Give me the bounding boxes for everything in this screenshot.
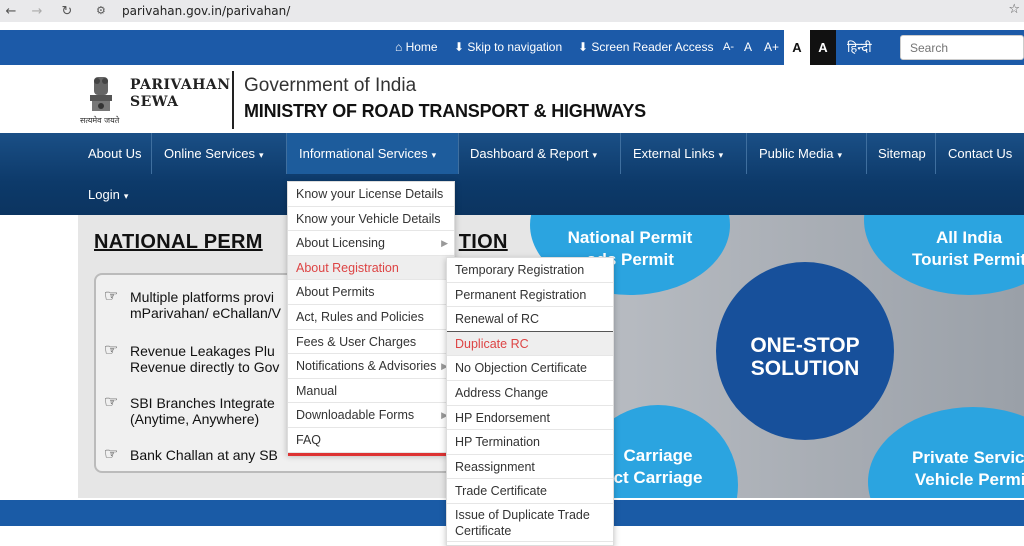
menu-item-about-licensing[interactable]: About Licensing ▶ [288, 231, 454, 256]
menu-item-about-registration[interactable]: About Registration [288, 255, 454, 281]
ministry-title: MINISTRY OF ROAD TRANSPORT & HIGHWAYS [244, 101, 646, 121]
submenu-item-hp-endorsement[interactable]: HP Endorsement [447, 406, 613, 431]
caret-down-icon: ▾ [718, 150, 724, 160]
font-increase-button[interactable]: A+ [764, 30, 779, 65]
submenu-item-renewal-of-rc[interactable]: Renewal of RC [447, 307, 613, 332]
nav-login[interactable]: Login ▾ [76, 174, 140, 215]
submenu-item-hp-termination[interactable]: HP Termination [447, 430, 613, 455]
menu-accent-line [288, 452, 454, 456]
menu-item-fees-user-charges[interactable]: Fees & User Charges [288, 330, 454, 355]
header-divider [232, 71, 234, 129]
font-decrease-button[interactable]: A- [723, 30, 734, 65]
informational-services-menu: Know your License Details Know your Vehi… [287, 181, 455, 456]
list-item: ☞ Bank Challan at any SB [104, 446, 278, 464]
list-item: ☞ Revenue Leakages Plu Revenue directly to… [104, 342, 280, 376]
reload-icon[interactable]: ↻ [56, 0, 78, 22]
pointing-hand-icon: ☞ [104, 288, 119, 305]
submenu-item-reassignment[interactable]: Reassignment [447, 455, 613, 480]
menu-item-about-permits[interactable]: About Permits [288, 280, 454, 305]
nav-sitemap[interactable]: Sitemap [866, 133, 938, 174]
menu-item-downloadable-forms[interactable]: Downloadable Forms ▶ [288, 403, 454, 428]
submenu-item-trade-certificate[interactable]: Trade Certificate [447, 479, 613, 504]
utility-bar: ⌂ Home ⬇ Skip to navigation ⬇ Screen Rea… [0, 30, 1024, 65]
emblem-caption: सत्यमेव जयते [80, 116, 120, 125]
submenu-item-temporary-registration[interactable]: Temporary Registration [447, 258, 613, 283]
theme-dark-button[interactable]: A [810, 30, 836, 65]
site-header: सत्यमेव जयते PARIVAHAN SEWA Government o… [0, 65, 1024, 133]
nav-external-links[interactable]: External Links ▾ [621, 133, 735, 174]
caret-down-icon: ▾ [123, 191, 129, 201]
brand-logo[interactable]: PARIVAHAN SEWA [130, 77, 231, 111]
one-stop-solution-circle: ONE-STOP SOLUTION [716, 262, 894, 440]
search-input[interactable] [900, 35, 1024, 60]
pointing-hand-icon: ☞ [104, 394, 119, 411]
caret-down-icon: ▾ [837, 150, 842, 160]
menu-item-manual[interactable]: Manual [288, 379, 454, 404]
submenu-item-duplicate-rc[interactable]: Duplicate RC [447, 331, 613, 357]
back-icon[interactable]: ← [0, 0, 22, 22]
forward-icon[interactable]: → [26, 0, 48, 22]
tourist-permit-circle: All India Tourist Permit [864, 215, 1024, 295]
nav-public-media[interactable]: Public Media ▾ [747, 133, 854, 174]
government-title: Government of India [244, 75, 417, 96]
menu-item-vehicle-details[interactable]: Know your Vehicle Details [288, 207, 454, 232]
main-navigation: About Us Online Services ▾ Informational … [0, 133, 1024, 215]
theme-light-button[interactable]: A [784, 30, 810, 65]
arrow-down-icon: ⬇ [454, 40, 465, 54]
pointing-hand-icon: ☞ [104, 446, 119, 463]
pointing-hand-icon: ☞ [104, 342, 119, 359]
submenu-item-no-objection-certificate[interactable]: No Objection Certificate [447, 356, 613, 381]
about-registration-submenu: Temporary Registration Permanent Registr… [446, 257, 614, 546]
caret-down-icon: ▾ [592, 150, 598, 160]
nav-about-us[interactable]: About Us [76, 133, 153, 174]
submenu-item-duplicate-trade-certificate[interactable]: Issue of Duplicate Trade Certificate [447, 504, 613, 542]
nav-informational-services[interactable]: Informational Services ▾ [287, 133, 458, 174]
address-bar[interactable]: parivahan.gov.in/parivahan/ [122, 2, 290, 20]
home-link[interactable]: ⌂ Home [395, 30, 438, 65]
submenu-item-permanent-registration[interactable]: Permanent Registration [447, 283, 613, 308]
list-item: ☞ Multiple platforms provi mParivahan/ eCh… [104, 288, 281, 322]
skip-to-navigation-link[interactable]: ⬇ Skip to navigation [454, 30, 562, 65]
nav-contact-us[interactable]: Contact Us [936, 133, 1024, 174]
menu-item-notifications-advisories[interactable]: Notifications & Advisories ▶ [288, 354, 454, 379]
menu-item-act-rules-policies[interactable]: Act, Rules and Policies [288, 305, 454, 330]
menu-item-license-details[interactable]: Know your License Details [288, 182, 454, 207]
screen-reader-access-link[interactable]: ⬇ Screen Reader Access [578, 30, 713, 65]
browser-toolbar: ← → ↻ ⚙ parivahan.gov.in/parivahan/ ☆ [0, 0, 1024, 22]
caret-down-icon: ▾ [431, 150, 437, 160]
bookmark-star-icon[interactable]: ☆ [1008, 2, 1020, 17]
list-item: ☞ SBI Branches Integrate (Anytime, Anywher… [104, 394, 275, 428]
font-normal-button[interactable]: A [744, 30, 752, 65]
nav-dashboard-report[interactable]: Dashboard & Report ▾ [458, 133, 609, 174]
private-service-vehicle-circle: Private Service Vehicle Permit [868, 407, 1024, 498]
chevron-right-icon: ▶ [441, 238, 448, 249]
hindi-language-link[interactable]: हिन्दी [847, 30, 872, 65]
menu-item-faq[interactable]: FAQ [288, 428, 454, 453]
nav-online-services[interactable]: Online Services ▾ [152, 133, 276, 174]
site-info-icon[interactable]: ⚙ [96, 4, 110, 18]
caret-down-icon: ▾ [259, 150, 264, 160]
submenu-item-address-change[interactable]: Address Change [447, 381, 613, 406]
arrow-down-icon: ⬇ [578, 40, 589, 54]
home-icon: ⌂ [395, 40, 403, 54]
